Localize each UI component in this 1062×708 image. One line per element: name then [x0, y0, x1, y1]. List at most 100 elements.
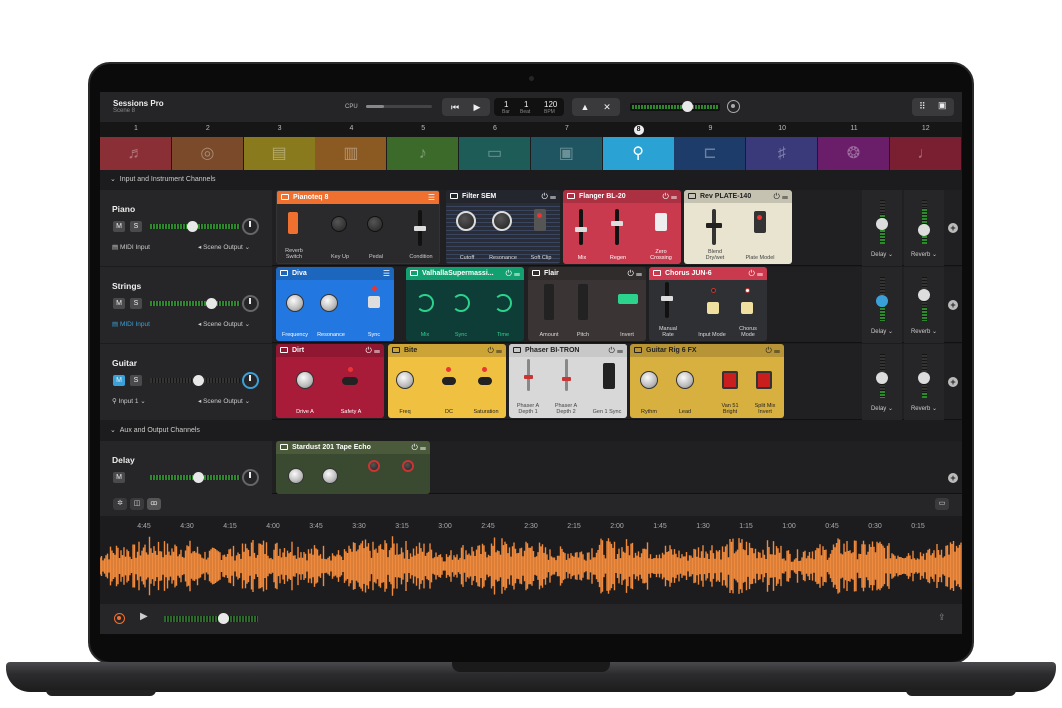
grid-icon[interactable]: ⠿ — [919, 101, 926, 112]
volume-fader[interactable] — [187, 221, 198, 232]
tape-icon[interactable]: ꝏ — [147, 498, 161, 510]
power-menu-icon[interactable]: ⏻ ☰ — [765, 344, 780, 357]
send-knob[interactable] — [876, 372, 888, 384]
manual-rate-slider[interactable] — [661, 282, 673, 318]
echo-knob[interactable] — [288, 468, 304, 484]
chorus-mode-button[interactable] — [741, 302, 753, 314]
section-aux-channels[interactable]: ⌄ Aux and Output Channels — [100, 424, 962, 438]
mix-slider[interactable] — [575, 209, 587, 245]
output-select[interactable]: ◂ Scene Output ⌄ — [198, 320, 250, 328]
scene-number[interactable]: 5 — [387, 125, 459, 132]
power-menu-icon[interactable]: ⏻ ☰ — [505, 267, 520, 280]
sync-knob[interactable] — [452, 294, 470, 312]
plugin-dirt[interactable]: Dirt ⏻ ☰ Drive A Safety A — [276, 344, 384, 418]
depth2-slider[interactable] — [562, 359, 571, 391]
send-delay[interactable]: Delay ⌄ — [862, 190, 902, 266]
sync-button[interactable] — [368, 296, 380, 308]
power-menu-icon[interactable]: ⏻ ☰ — [608, 344, 623, 357]
freq-knob[interactable] — [396, 371, 414, 389]
add-plugin-button[interactable]: + — [948, 377, 958, 387]
output-select[interactable]: ◂ Scene Output ⌄ — [198, 243, 250, 251]
mute-button[interactable]: M — [113, 221, 125, 232]
scene-number[interactable]: 11 — [818, 125, 890, 132]
send-delay[interactable]: Delay ⌄ — [862, 344, 902, 420]
record-button[interactable] — [114, 613, 125, 624]
volume-fader[interactable] — [193, 472, 204, 483]
send-reverb[interactable]: Reverb ⌄ — [904, 267, 944, 343]
volume-fader[interactable] — [206, 298, 217, 309]
collapse-icon[interactable]: ▭ — [935, 498, 949, 510]
send-delay[interactable]: Delay ⌄ — [862, 267, 902, 343]
gen-sync-switch[interactable] — [603, 363, 615, 389]
pan-knob[interactable] — [242, 469, 259, 486]
scene-number[interactable]: 2 — [172, 125, 244, 132]
plugin-guitar-rig[interactable]: Guitar Rig 6 FX ⏻ ☰ Rythm Lead Van 51 Bri… — [630, 344, 784, 418]
zero-crossing-switch[interactable] — [655, 213, 667, 231]
plugin-rev-plate[interactable]: Rev PLATE-140 ⏻ ☰ Blend Dry/wet Plate Mod… — [684, 190, 792, 264]
pan-knob[interactable] — [242, 372, 259, 389]
drive-knob[interactable] — [296, 371, 314, 389]
waveform[interactable] — [100, 530, 962, 602]
preview-fader[interactable] — [218, 613, 229, 624]
plugin-chorus[interactable]: Chorus JUN-6 ⏻ ☰ Manual Rate Input Mode C… — [649, 267, 767, 341]
plugin-pianoteq[interactable]: Pianoteq 8 ☰ Reverb Switch Key Up Pedal C… — [276, 190, 440, 264]
pitch-slider[interactable] — [578, 284, 588, 320]
time-knob[interactable] — [494, 294, 512, 312]
play-button[interactable]: ▶ — [140, 611, 148, 622]
plugin-phaser[interactable]: Phaser BI-TRON ⏻ ☰ Phaser A Depth 1 Phase… — [509, 344, 627, 418]
scene-number[interactable]: 9 — [674, 125, 746, 132]
blend-slider[interactable] — [706, 209, 722, 245]
input-select[interactable]: ⚲ Input 1 ⌄ — [112, 397, 146, 405]
volume-fader[interactable] — [193, 375, 204, 386]
scene-tile[interactable]: ⊏ — [674, 137, 746, 170]
solo-button[interactable]: S — [130, 221, 142, 232]
soft-clip-switch[interactable] — [534, 209, 546, 231]
reverb-switch[interactable] — [288, 212, 298, 234]
van51-bright-button[interactable] — [722, 371, 738, 389]
scene-tile[interactable]: ▥ — [315, 137, 387, 170]
echo-knob[interactable] — [322, 468, 338, 484]
power-menu-icon[interactable]: ⏻ ☰ — [662, 190, 677, 203]
scene-tile[interactable]: ⚲ — [602, 137, 674, 170]
settings-icon[interactable]: ✲ — [113, 498, 127, 510]
output-select[interactable]: ◂ Scene Output ⌄ — [198, 397, 250, 405]
power-menu-icon[interactable]: ⏻ ☰ — [365, 344, 380, 357]
regen-slider[interactable] — [611, 209, 623, 245]
share-icon[interactable]: ⇪ — [938, 612, 946, 623]
send-knob[interactable] — [918, 372, 930, 384]
power-menu-icon[interactable]: ⏻ ☰ — [541, 190, 556, 203]
plugin-bite[interactable]: Bite ⏻ ☰ Freq DC Saturation — [388, 344, 506, 418]
solo-button[interactable]: S — [130, 298, 142, 309]
amount-slider[interactable] — [544, 284, 554, 320]
add-plugin-button[interactable]: + — [948, 223, 958, 233]
section-input-channels[interactable]: ⌄ Input and Instrument Channels — [100, 173, 962, 187]
echo-toggle[interactable] — [402, 460, 414, 472]
add-plugin-button[interactable]: + — [948, 473, 958, 483]
solo-button[interactable]: S — [130, 375, 142, 386]
input-select[interactable]: ▤ MIDI Input — [112, 243, 150, 251]
play-button[interactable]: ▶ — [468, 101, 486, 113]
scene-tile[interactable]: ◎ — [171, 137, 243, 170]
plugin-flair[interactable]: Flair ⏻ ☰ Amount Pitch Invert — [528, 267, 646, 341]
send-knob[interactable] — [918, 224, 930, 236]
scene-tile[interactable]: ▤ — [243, 137, 315, 170]
frequency-knob[interactable] — [286, 294, 304, 312]
send-knob[interactable] — [918, 289, 930, 301]
record-target-icon[interactable] — [727, 100, 740, 113]
dc-switch[interactable] — [442, 377, 456, 385]
plugin-filter-sem[interactable]: Filter SEM ⏻ ☰ Cutoff Resonance Soft Clip — [446, 190, 560, 264]
plugin-diva[interactable]: Diva ☰ Frequency Resonance Sync — [276, 267, 394, 341]
pedal-knob[interactable] — [367, 216, 383, 232]
input-select[interactable]: ▤ MIDI Input — [112, 320, 150, 328]
mute-button[interactable]: M — [113, 375, 125, 386]
plugin-valhalla[interactable]: ValhallaSupermassi... ⏻ ☰ Mix Sync Time — [406, 267, 524, 341]
depth1-slider[interactable] — [524, 359, 533, 391]
condition-slider[interactable] — [414, 210, 426, 246]
resonance-knob[interactable] — [320, 294, 338, 312]
pan-knob[interactable] — [242, 295, 259, 312]
send-knob[interactable] — [876, 218, 888, 230]
add-plugin-button[interactable]: + — [948, 300, 958, 310]
lead-knob[interactable] — [676, 371, 694, 389]
mute-button[interactable]: M — [113, 472, 125, 483]
input-mode-button[interactable] — [707, 302, 719, 314]
